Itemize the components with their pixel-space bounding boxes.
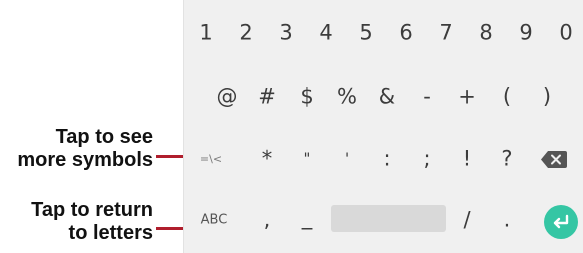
key-2[interactable]: 2	[239, 22, 252, 44]
enter-arrow-icon	[553, 214, 569, 229]
callout-more-symbols: Tap to see more symbols	[17, 126, 153, 172]
key-close-paren[interactable]: )	[543, 86, 551, 108]
key-hash[interactable]: #	[258, 86, 276, 108]
key-3[interactable]: 3	[279, 22, 292, 44]
letters-key[interactable]: ABC	[201, 214, 228, 227]
key-ampersand[interactable]: &	[379, 86, 395, 108]
enter-button[interactable]	[544, 205, 578, 239]
key-9[interactable]: 9	[519, 22, 532, 44]
key-slash[interactable]: /	[463, 209, 470, 231]
callout-return-letters: Tap to return to letters	[31, 199, 153, 245]
key-8[interactable]: 8	[479, 22, 492, 44]
key-1[interactable]: 1	[199, 22, 212, 44]
spacebar[interactable]	[331, 205, 446, 232]
key-single-quote[interactable]: '	[345, 151, 349, 167]
key-at[interactable]: @	[217, 86, 238, 108]
key-open-paren[interactable]: (	[503, 86, 511, 108]
key-exclamation[interactable]: !	[463, 148, 471, 170]
callout-more-symbols-line1: Tap to see	[55, 126, 153, 148]
key-plus[interactable]: +	[458, 86, 476, 108]
backspace-icon	[541, 151, 567, 168]
key-semicolon[interactable]: ;	[423, 148, 430, 170]
key-colon[interactable]: :	[383, 148, 390, 170]
key-5[interactable]: 5	[359, 22, 372, 44]
key-0[interactable]: 0	[559, 22, 572, 44]
key-6[interactable]: 6	[399, 22, 412, 44]
key-dollar[interactable]: $	[300, 86, 313, 108]
callout-return-letters-line2: to letters	[68, 222, 153, 244]
key-question[interactable]: ?	[501, 148, 512, 170]
symbol-keyboard: 1 2 3 4 5 6 7 8 9 0 @ # $ % & - + ( ) =\…	[183, 0, 583, 253]
callout-return-letters-line1: Tap to return	[31, 199, 153, 221]
key-minus[interactable]: -	[423, 86, 431, 108]
key-double-quote[interactable]: "	[304, 151, 311, 167]
key-asterisk[interactable]: *	[262, 148, 273, 170]
more-symbols-key[interactable]: =\<	[200, 154, 222, 165]
key-comma[interactable]: ,	[264, 209, 271, 231]
key-percent[interactable]: %	[337, 86, 357, 108]
callout-more-symbols-line2: more symbols	[17, 149, 153, 171]
key-4[interactable]: 4	[319, 22, 332, 44]
backspace-key[interactable]	[541, 151, 567, 168]
key-underscore[interactable]: _	[302, 207, 313, 229]
key-period[interactable]: .	[504, 209, 511, 231]
key-7[interactable]: 7	[439, 22, 452, 44]
